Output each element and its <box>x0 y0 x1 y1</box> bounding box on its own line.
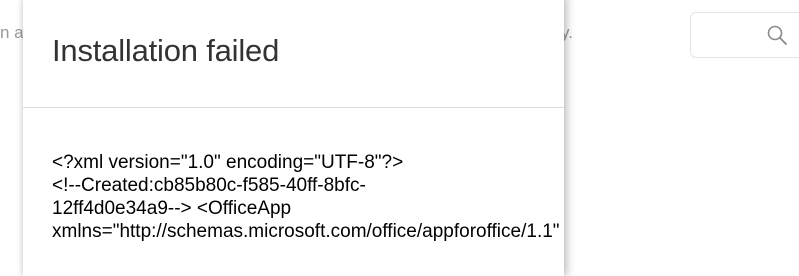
message-line: 12ff4d0e34a9--> <OfficeApp <box>52 198 292 219</box>
dialog-title: Installation failed <box>52 33 280 68</box>
installation-failed-dialog: Installation failed <?xml version="1.0" … <box>23 0 564 276</box>
background-text-left: n a <box>0 23 24 42</box>
message-line: <!--Created:cb85b80c-f585-40ff-8bfc- <box>52 175 366 196</box>
message-line: xmlns="http://schemas.microsoft.com/offi… <box>52 221 560 242</box>
dialog-header: Installation failed <box>23 0 564 108</box>
search-icon[interactable] <box>766 24 788 46</box>
dialog-message: <?xml version="1.0" encoding="UTF-8"?> <… <box>52 151 564 243</box>
message-line: <?xml version="1.0" encoding="UTF-8"?> <box>52 152 404 173</box>
